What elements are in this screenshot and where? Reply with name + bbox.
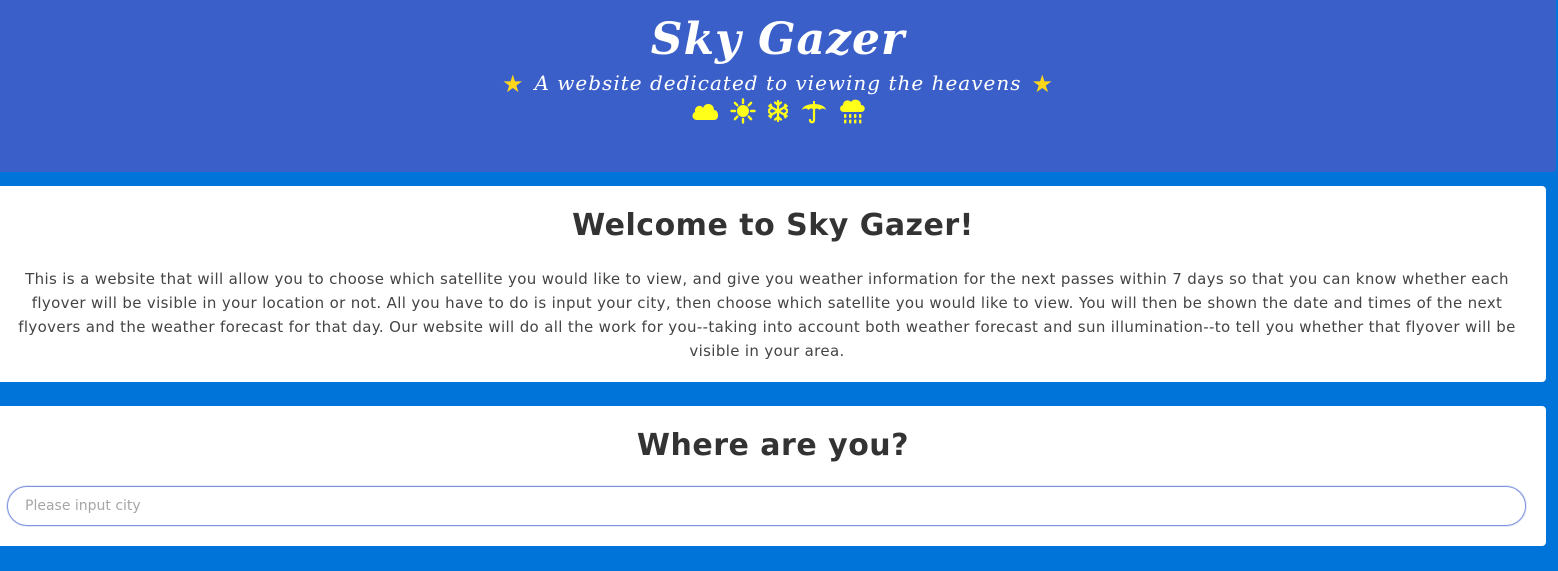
location-card: Where are you? bbox=[0, 406, 1546, 546]
snowflake-icon bbox=[766, 99, 790, 123]
location-heading: Where are you? bbox=[636, 428, 910, 463]
welcome-heading: Welcome to Sky Gazer! bbox=[572, 208, 974, 243]
welcome-card: Welcome to Sky Gazer! This is a website … bbox=[0, 186, 1546, 382]
site-title: Sky Gazer bbox=[650, 14, 906, 65]
cloud-icon bbox=[690, 100, 720, 122]
weather-icon-row bbox=[0, 96, 1556, 126]
welcome-description: This is a website that will allow you to… bbox=[18, 270, 1516, 360]
sun-icon bbox=[730, 98, 756, 124]
city-input[interactable] bbox=[7, 486, 1526, 526]
rain-cloud-icon bbox=[838, 98, 866, 124]
tagline-text: A website dedicated to viewing the heave… bbox=[534, 71, 1022, 95]
site-header: Sky Gazer ★ A website dedicated to viewin… bbox=[0, 0, 1556, 172]
umbrella-icon bbox=[800, 98, 828, 124]
